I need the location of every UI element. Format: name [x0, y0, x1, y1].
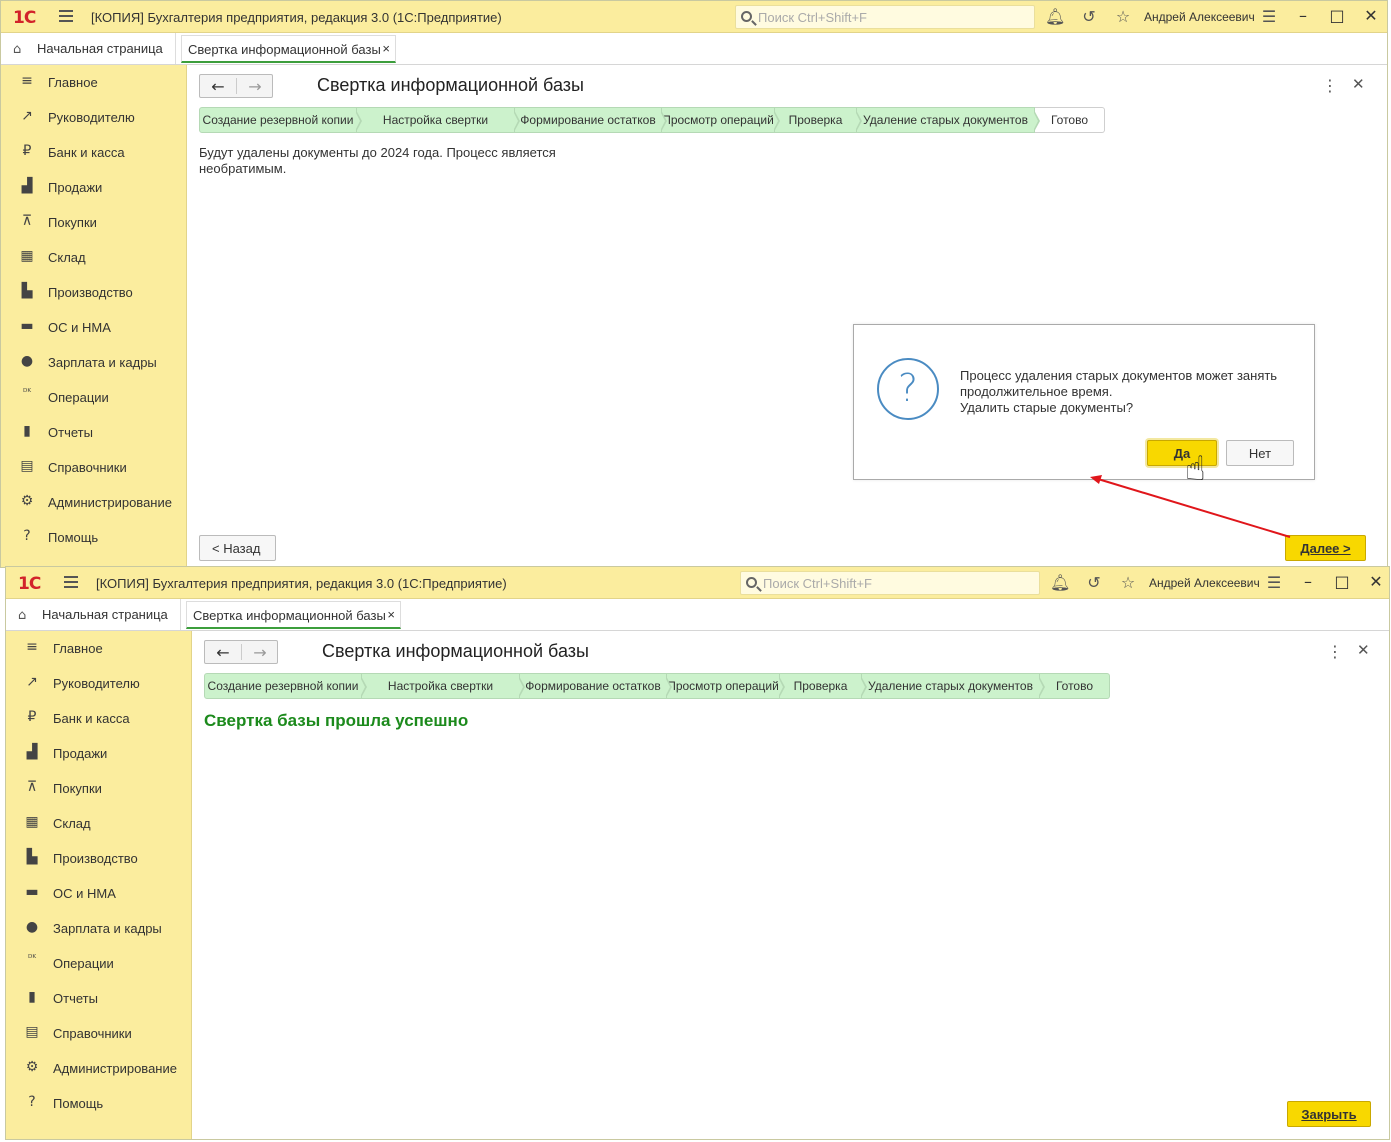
sidebar-item[interactable]: ⚙ Администрирование — [6, 1057, 192, 1081]
success-message: Свертка базы прошла успешно — [204, 711, 469, 730]
1c-logo: 1С — [18, 574, 41, 594]
cart-icon: ⊼ — [26, 779, 38, 795]
step-chevron-icon — [778, 676, 785, 698]
sidebar-item-label: Производство — [53, 851, 138, 866]
sidebar-item[interactable]: ⊼ Покупки — [6, 777, 192, 801]
sidebar-item-label: Продажи — [53, 746, 108, 761]
search-input[interactable]: Поиск Ctrl+Shift+F — [740, 571, 1040, 595]
menu-lines-icon: ≡ — [26, 639, 38, 655]
step-chevron-icon — [355, 110, 362, 132]
sidebar-item-label: Справочники — [53, 1026, 132, 1041]
sidebar-item-label: Руководителю — [53, 676, 140, 691]
tab-rollup-label: Свертка информационной базы — [193, 608, 386, 623]
bar-chart-icon: ▮ — [28, 989, 36, 1005]
step-chevron-icon — [513, 110, 520, 132]
step-chevron-icon — [665, 676, 672, 698]
tab-rollup[interactable]: Свертка информационной базы × — [186, 601, 401, 629]
truck-icon: ▬ — [25, 884, 39, 900]
maximize-icon[interactable]: □ — [1332, 572, 1352, 591]
close-form-icon[interactable]: ✕ — [1357, 641, 1370, 659]
step-chevron-icon — [518, 676, 525, 698]
sidebar-item[interactable]: ₽ Банк и касса — [6, 707, 192, 731]
wizard-step: Готово — [1040, 673, 1110, 699]
question-icon: ? — [28, 1094, 36, 1110]
sidebar-item[interactable]: ? Помощь — [6, 1092, 192, 1116]
sidebar-item-label: Операции — [53, 956, 114, 971]
wizard-step: Удаление старых документов — [862, 673, 1045, 699]
sidebar-item[interactable]: ▤ Справочники — [6, 1022, 192, 1046]
factory-icon: ▙ — [26, 849, 38, 865]
search-placeholder: Поиск Ctrl+Shift+F — [763, 576, 872, 591]
step-chevron-icon — [1038, 676, 1045, 698]
home-icon: ⌂ — [18, 608, 27, 623]
close-button[interactable]: Закрыть — [1287, 1101, 1371, 1127]
forward-arrow-icon[interactable]: → — [242, 643, 278, 662]
person-icon: ● — [25, 919, 39, 935]
step-chevron-icon — [855, 110, 862, 132]
sidebar-item-label: Главное — [53, 641, 103, 656]
sidebar-item-label: Банк и касса — [53, 711, 130, 726]
sidebar: ≡ Главное ↗ Руководителю ₽ Банк и касса ▟ Прода… — [6, 631, 192, 1139]
sidebar-item-label: Зарплата и кадры — [53, 921, 162, 936]
sidebar-item[interactable]: ᴰᴷ Операции — [6, 952, 192, 976]
books-icon: ▤ — [25, 1024, 39, 1040]
tab-bar: ⌂ Начальная страница Свертка информационн… — [6, 599, 1389, 631]
form-title: Свертка информационной базы — [322, 641, 589, 661]
sidebar-item[interactable]: ≡ Главное — [6, 637, 192, 661]
sidebar-item-label: Покупки — [53, 781, 102, 796]
close-tab-icon[interactable]: × — [387, 607, 395, 622]
wizard-step: Настройка свертки — [362, 673, 525, 699]
sidebar-item[interactable]: ● Зарплата и кадры — [6, 917, 192, 941]
minimize-icon[interactable]: – — [1298, 572, 1318, 591]
sidebar-item[interactable]: ↗ Руководителю — [6, 672, 192, 696]
form-area: ← → Свертка информационной базы ⋮ ✕ Созд… — [193, 631, 1389, 1139]
shopping-bag-icon: ▟ — [26, 744, 38, 760]
search-icon — [746, 577, 757, 588]
more-icon[interactable]: ⋮ — [1327, 642, 1343, 661]
step-chevron-icon — [860, 676, 867, 698]
sidebar-item-label: ОС и НМА — [53, 886, 116, 901]
sidebar-item[interactable]: ▙ Производство — [6, 847, 192, 871]
star-icon[interactable]: ☆ — [1118, 573, 1138, 592]
wizard-step: Проверка — [780, 673, 867, 699]
tab-home-label: Начальная страница — [42, 607, 168, 622]
user-name[interactable]: Андрей Алексеевич — [1149, 576, 1260, 590]
sidebar-item-label: Помощь — [53, 1096, 104, 1111]
step-chevron-icon — [660, 110, 667, 132]
back-arrow-icon[interactable]: ← — [205, 643, 241, 662]
gear-icon: ⚙ — [25, 1059, 39, 1075]
sidebar-item-label: Администрирование — [53, 1061, 177, 1076]
title-bar: 1С [КОПИЯ] Бухгалтерия предприятия, реда… — [6, 567, 1389, 599]
sidebar-item[interactable]: ▮ Отчеты — [6, 987, 192, 1011]
debit-credit-icon: ᴰᴷ — [27, 954, 37, 964]
bell-icon[interactable]: 🔔︎ — [1050, 573, 1070, 592]
window-title: [КОПИЯ] Бухгалтерия предприятия, редакци… — [96, 576, 507, 591]
wizard-step: Формирование остатков — [520, 673, 672, 699]
main-menu-icon[interactable] — [64, 576, 78, 589]
tab-home[interactable]: ⌂ Начальная страница — [6, 599, 181, 630]
sidebar-item-label: Отчеты — [53, 991, 98, 1006]
step-chevron-icon — [360, 676, 367, 698]
sidebar-item-label: Склад — [53, 816, 91, 831]
step-chevron-icon — [773, 110, 780, 132]
trend-chart-icon: ↗ — [26, 674, 38, 690]
nav-buttons: ← → — [204, 640, 278, 664]
sidebar-item[interactable]: ▬ ОС и НМА — [6, 882, 192, 906]
wizard-step: Создание резервной копии — [204, 673, 367, 699]
close-window-icon[interactable]: ✕ — [1366, 572, 1386, 591]
app-window-2: 1С [КОПИЯ] Бухгалтерия предприятия, реда… — [5, 566, 1390, 1140]
wizard-step: Просмотр операций — [667, 673, 785, 699]
history-icon[interactable]: ↺ — [1084, 573, 1104, 592]
wizard-steps: Создание резервной копии Настройка свертк… — [204, 673, 1110, 699]
step-chevron-icon — [1033, 110, 1040, 132]
settings-lines-icon[interactable]: ☰ — [1264, 573, 1284, 592]
ruble-coin-icon: ₽ — [27, 709, 37, 725]
warehouse-grid-icon: ▦ — [25, 814, 39, 830]
sidebar-item[interactable]: ▦ Склад — [6, 812, 192, 836]
sidebar-item[interactable]: ▟ Продажи — [6, 742, 192, 766]
